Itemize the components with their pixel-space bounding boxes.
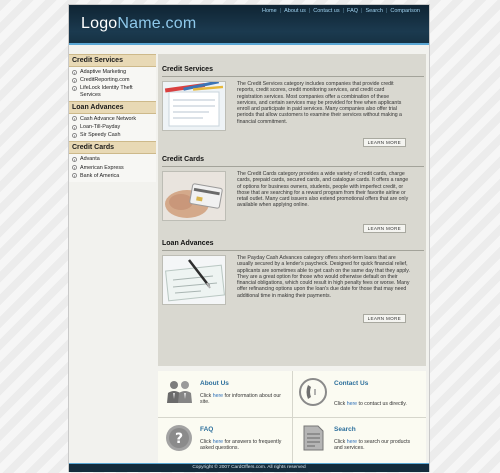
divider: [162, 166, 424, 167]
sidebar-item-advanta[interactable]: Advanta: [69, 155, 156, 163]
top-navigation: Home | About us | Contact us | FAQ | Search |…: [259, 8, 423, 14]
box-text-pre: Click: [200, 439, 213, 445]
sidebar-item-cash-advance-network[interactable]: Cash Advance Network: [69, 115, 156, 123]
faq-box: ? FAQ Click here for answers to frequent…: [158, 417, 292, 463]
contact-us-box: Contact Us Click here to contact us dire…: [292, 371, 426, 417]
sidebar-item-lifelock[interactable]: LifeLock Identity Theft Services: [69, 84, 156, 98]
phone-icon: [298, 377, 328, 407]
arrow-bullet-icon: [72, 116, 77, 122]
box-text-post: to contact us directly.: [357, 401, 407, 407]
credit-card-image: [162, 171, 226, 221]
arrow-bullet-icon: [72, 85, 77, 91]
sidebar-item-label: Adaptive Marketing: [80, 69, 127, 75]
faq-link[interactable]: here: [213, 439, 223, 445]
section-title: Credit Cards: [162, 156, 205, 163]
sidebar-list: Cash Advance Network Loan-Till-Payday Si…: [69, 114, 156, 142]
box-description: Click here for answers to frequently ask…: [200, 439, 284, 451]
box-description: Click here to search our products and se…: [334, 439, 418, 451]
box-description: Click here to contact us directly.: [334, 401, 418, 407]
sidebar-item-bank-of-america[interactable]: Bank of America: [69, 172, 156, 180]
arrow-bullet-icon: [72, 173, 77, 179]
sidebar-list: Adaptive Marketing CreditReporting.com L…: [69, 67, 156, 101]
box-title[interactable]: FAQ: [200, 426, 213, 433]
section-title: Credit Services: [162, 66, 213, 73]
site-header: LogoName.com Home | About us | Contact us |…: [69, 5, 429, 45]
page-container: LogoName.com Home | About us | Contact us |…: [68, 4, 430, 472]
sidebar-item-label: Bank of America: [80, 172, 120, 179]
arrow-bullet-icon: [72, 165, 77, 171]
divider: [162, 76, 424, 77]
box-title[interactable]: About Us: [200, 380, 229, 387]
divider: [162, 250, 424, 251]
contact-us-link[interactable]: here: [347, 401, 357, 407]
arrow-bullet-icon: [72, 156, 77, 162]
sidebar-item-sir-speedy-cash[interactable]: Sir Speedy Cash: [69, 131, 156, 139]
section-description: The Credit Cards category provides a wid…: [237, 171, 409, 209]
box-title[interactable]: Contact Us: [334, 380, 368, 387]
copyright-text: Copyright © 2007 CardOffers.com. All rig…: [192, 465, 306, 470]
sidebar-item-label: Cash Advance Network: [80, 115, 137, 122]
about-us-link[interactable]: here: [213, 393, 223, 399]
learn-more-button[interactable]: LEARN MORE: [362, 138, 406, 147]
sidebar-heading-credit-services: Credit Services: [69, 54, 156, 67]
question-icon: ?: [164, 423, 194, 453]
nav-faq[interactable]: FAQ: [344, 8, 361, 14]
nav-comparison[interactable]: Comparison: [387, 8, 423, 14]
box-text-pre: Click: [200, 393, 213, 399]
section-loan-advances: Loan Advances The Payday Cash Advances c…: [162, 240, 424, 323]
arrow-bullet-icon: [72, 124, 77, 130]
nav-about-us[interactable]: About us: [281, 8, 309, 14]
site-footer: Copyright © 2007 CardOffers.com. All rig…: [69, 463, 429, 472]
arrow-bullet-icon: [72, 77, 77, 83]
main-content: Credit Services The Credit Services cate…: [158, 54, 426, 366]
section-credit-services: Credit Services The Credit Services cate…: [162, 66, 424, 147]
sidebar-heading-credit-cards: Credit Cards: [69, 141, 156, 155]
about-us-box: About Us Click here for information abou…: [158, 371, 292, 417]
info-boxes: About Us Click here for information abou…: [158, 371, 426, 463]
section-title: Loan Advances: [162, 240, 214, 247]
svg-text:?: ?: [175, 431, 183, 447]
sidebar-heading-loan-advances: Loan Advances: [69, 100, 156, 114]
nav-contact-us[interactable]: Contact us: [310, 8, 342, 14]
section-description: The Payday Cash Advances category offers…: [237, 255, 410, 299]
check-signing-image: [162, 255, 226, 305]
box-text-pre: Click: [334, 439, 347, 445]
nav-search[interactable]: Search: [362, 8, 385, 14]
section-credit-cards: Credit Cards The Credit Cards category p…: [162, 156, 424, 233]
sidebar-item-label: LifeLock Identity Theft Services: [80, 85, 133, 98]
section-description: The Credit Services category includes co…: [237, 81, 402, 125]
sidebar-item-label: American Express: [80, 164, 124, 171]
sidebar-item-adaptive-marketing[interactable]: Adaptive Marketing: [69, 68, 156, 76]
logo-text-part1: Logo: [81, 15, 118, 32]
sidebar-item-label: Loan-Till-Payday: [80, 124, 121, 131]
box-description: Click here for information about our sit…: [200, 393, 284, 405]
sidebar-item-american-express[interactable]: American Express: [69, 164, 156, 172]
sidebar-item-label: Sir Speedy Cash: [80, 132, 121, 139]
people-icon: [164, 377, 194, 407]
learn-more-button[interactable]: LEARN MORE: [362, 224, 406, 233]
sidebar-item-label: CreditReporting.com: [80, 77, 130, 84]
document-icon: [298, 423, 328, 453]
sidebar-item-creditreporting[interactable]: CreditReporting.com: [69, 76, 156, 84]
box-title[interactable]: Search: [334, 426, 356, 433]
box-text-pre: Click: [334, 401, 347, 407]
credit-report-image: [162, 81, 226, 131]
site-logo[interactable]: LogoName.com: [81, 15, 196, 33]
arrow-bullet-icon: [72, 132, 77, 138]
logo-text-part2: Name.com: [117, 15, 197, 32]
arrow-bullet-icon: [72, 69, 77, 75]
sidebar-item-loan-till-payday[interactable]: Loan-Till-Payday: [69, 123, 156, 131]
learn-more-button[interactable]: LEARN MORE: [362, 314, 406, 323]
search-link[interactable]: here: [347, 439, 357, 445]
nav-home[interactable]: Home: [259, 8, 280, 14]
sidebar-list: Advanta American Express Bank of America: [69, 154, 156, 182]
sidebar: Credit Services Adaptive Marketing Credi…: [69, 54, 156, 183]
search-box: Search Click here to search our products…: [292, 417, 426, 463]
sidebar-item-label: Advanta: [80, 156, 100, 163]
